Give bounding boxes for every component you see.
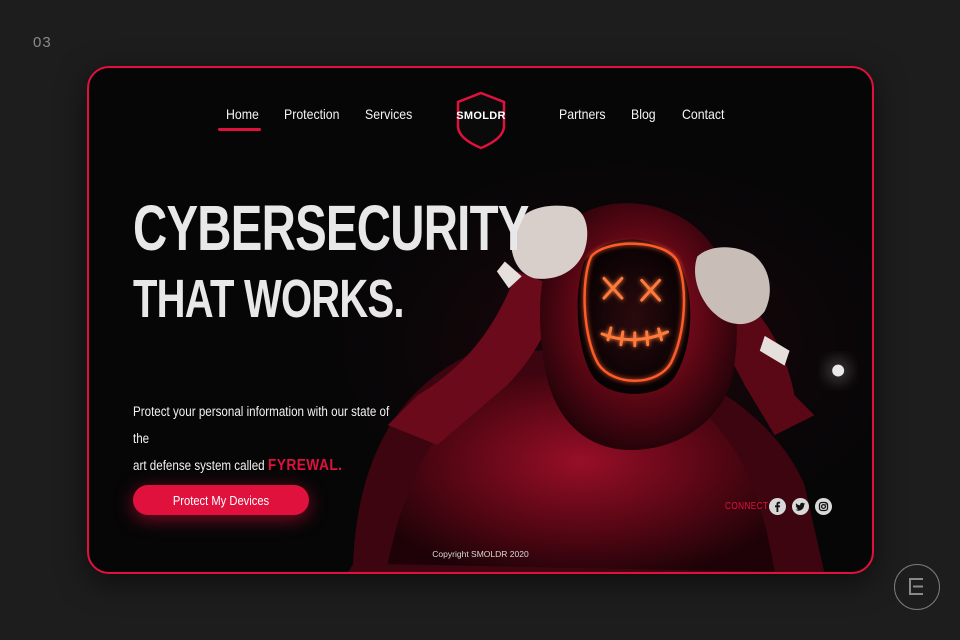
nav-home[interactable]: Home: [226, 106, 259, 122]
nav-contact[interactable]: Contact: [682, 106, 724, 122]
brand-name: FYREWAL.: [267, 457, 343, 474]
copyright: Copyright SMOLDR 2020: [432, 549, 529, 559]
twitter-icon[interactable]: [792, 498, 809, 515]
nav-partners[interactable]: Partners: [559, 106, 606, 122]
headline-line-1: CYBERSECURITY: [133, 192, 529, 264]
elementor-logo: [894, 564, 940, 610]
instagram-icon[interactable]: [815, 498, 832, 515]
landing-card: Home Protection Services Partners Blog C…: [87, 66, 874, 574]
page-number: 03: [33, 34, 52, 51]
nav-services[interactable]: Services: [365, 106, 412, 122]
smoldr-logo[interactable]: SMOLDR: [455, 90, 507, 150]
description-line-2: art defense system called: [133, 458, 265, 473]
cta-label: Protect My Devices: [172, 492, 270, 508]
headline-line-2: THAT WORKS.: [133, 269, 405, 329]
facebook-icon[interactable]: [769, 498, 786, 515]
description-line-1: Protect your personal information with o…: [133, 404, 390, 446]
e-logo-icon: [909, 578, 923, 595]
active-nav-indicator: [218, 128, 261, 131]
logo-text: SMOLDR: [456, 110, 506, 122]
protect-devices-button[interactable]: Protect My Devices: [133, 485, 309, 515]
connect-label: CONNECT: [725, 501, 769, 512]
nav-protection[interactable]: Protection: [284, 106, 339, 122]
hero-headline: CYBERSECURITY THAT WORKS.: [133, 196, 668, 326]
nav-blog[interactable]: Blog: [631, 106, 656, 122]
hero-description: Protect your personal information with o…: [133, 398, 408, 479]
